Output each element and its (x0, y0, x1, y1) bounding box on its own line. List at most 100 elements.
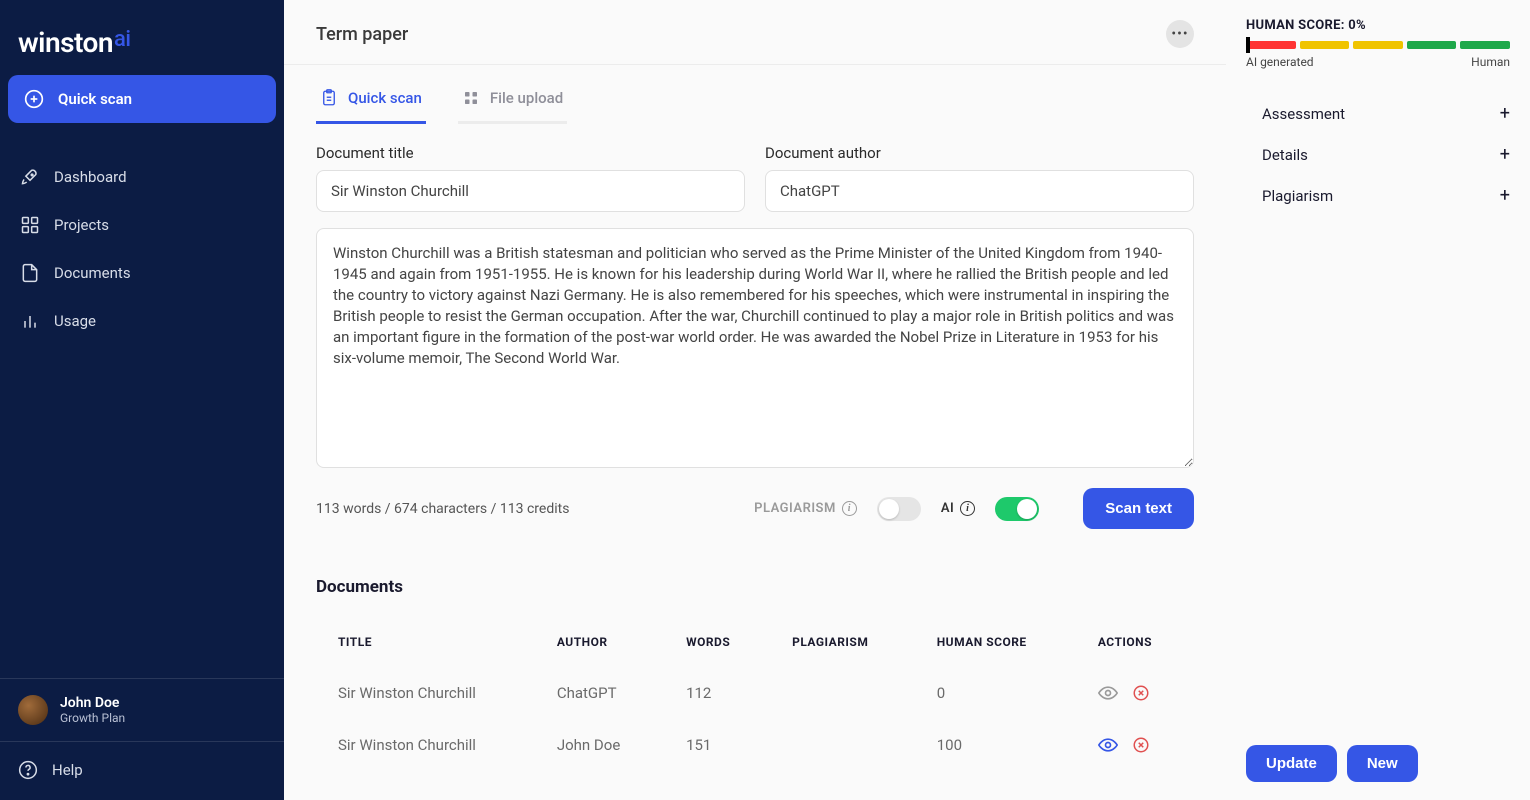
help-label: Help (52, 761, 83, 779)
score-seg-yellow (1353, 41, 1403, 49)
col-score: HUMAN SCORE (915, 617, 1076, 667)
more-button[interactable]: ••• (1166, 20, 1194, 48)
dots-icon: ••• (1171, 26, 1188, 42)
quick-scan-button[interactable]: Quick scan (8, 75, 276, 123)
ai-label: AI i (941, 501, 975, 516)
user-name: John Doe (60, 695, 125, 711)
body-textarea[interactable] (316, 228, 1194, 468)
delete-icon[interactable] (1132, 736, 1150, 754)
info-icon[interactable]: i (960, 501, 975, 516)
title-label: Document title (316, 144, 745, 162)
score-seg-yellow (1300, 41, 1350, 49)
score-bar (1246, 41, 1510, 49)
user-meta: John Doe Growth Plan (60, 695, 125, 725)
col-title: TITLE (316, 617, 535, 667)
score-seg-green (1407, 41, 1457, 49)
page-title: Term paper (316, 24, 408, 45)
col-author: AUTHOR (535, 617, 664, 667)
plus-icon: + (1500, 144, 1510, 165)
plus-icon: + (1500, 185, 1510, 206)
table-row[interactable]: Sir Winston ChurchillJohn Doe151100 (316, 719, 1194, 771)
nav-dashboard[interactable]: Dashboard (8, 155, 276, 199)
plagiarism-label: PLAGIARISM i (754, 501, 857, 516)
view-icon[interactable] (1098, 735, 1118, 755)
score-legend: AI generated Human (1246, 55, 1510, 69)
clipboard-icon (320, 89, 338, 107)
main: Term paper ••• Quick scan File upload Do… (284, 0, 1530, 800)
score-seg-green (1460, 41, 1510, 49)
acc-label: Plagiarism (1262, 187, 1333, 205)
plagiarism-toggle[interactable] (877, 497, 921, 521)
right-panel: HUMAN SCORE: 0% AI generated Human Asses… (1226, 0, 1530, 800)
nav-documents[interactable]: Documents (8, 251, 276, 295)
right-actions: Update New (1246, 745, 1510, 782)
new-button[interactable]: New (1347, 745, 1418, 782)
accordion-plagiarism[interactable]: Plagiarism + (1262, 175, 1510, 216)
nav-projects[interactable]: Projects (8, 203, 276, 247)
ai-toggle[interactable] (995, 497, 1039, 521)
help-icon (18, 760, 38, 780)
grid-icon (20, 215, 40, 235)
help-link[interactable]: Help (0, 742, 284, 800)
grid-small-icon (462, 89, 480, 107)
acc-label: Assessment (1262, 105, 1345, 123)
accordion-details[interactable]: Details + (1262, 134, 1510, 175)
col-actions: ACTIONS (1076, 617, 1194, 667)
tab-label: File upload (490, 89, 563, 107)
cell-actions (1076, 667, 1194, 719)
info-icon[interactable]: i (842, 501, 857, 516)
table-row[interactable]: Sir Winston ChurchillChatGPT112 0 (316, 667, 1194, 719)
title-group: Document title (316, 144, 745, 212)
documents-title: Documents (316, 577, 1194, 597)
cell-author: ChatGPT (535, 667, 664, 719)
update-button[interactable]: Update (1246, 745, 1337, 782)
documents-table: TITLE AUTHOR WORDS PLAGIARISM HUMAN SCOR… (316, 617, 1194, 771)
view-icon[interactable] (1098, 683, 1118, 703)
author-label: Document author (765, 144, 1194, 162)
center-column: Term paper ••• Quick scan File upload Do… (284, 0, 1226, 800)
logo: winstonai (8, 18, 276, 75)
tabs: Quick scan File upload (284, 65, 1226, 124)
author-group: Document author (765, 144, 1194, 212)
cell-author: John Doe (535, 719, 664, 771)
nav-label: Documents (54, 264, 131, 282)
page-header: Term paper ••• (284, 0, 1226, 65)
tab-file-upload[interactable]: File upload (458, 89, 567, 124)
quick-scan-label: Quick scan (58, 90, 132, 108)
rocket-icon (20, 167, 40, 187)
table-header-row: TITLE AUTHOR WORDS PLAGIARISM HUMAN SCOR… (316, 617, 1194, 667)
nav: Dashboard Projects Documents Usage (8, 155, 276, 343)
user-block[interactable]: John Doe Growth Plan (0, 678, 284, 742)
cell-plagiarism (770, 667, 915, 719)
cell-score: 0 (915, 667, 1076, 719)
documents-section: Documents TITLE AUTHOR WORDS PLAGIARISM … (284, 529, 1226, 800)
cell-plagiarism (770, 719, 915, 771)
chart-icon (20, 311, 40, 331)
tab-quick-scan[interactable]: Quick scan (316, 89, 426, 124)
plus-circle-icon (24, 89, 44, 109)
form-row: Document title Document author (284, 124, 1226, 212)
cell-title: Sir Winston Churchill (316, 719, 535, 771)
logo-text: winston (18, 26, 113, 59)
col-words: WORDS (664, 617, 770, 667)
title-input[interactable] (316, 170, 745, 212)
nav-label: Usage (54, 312, 96, 330)
accordion: Assessment + Details + Plagiarism + (1246, 93, 1510, 216)
score-indicator (1246, 37, 1250, 53)
cell-words: 112 (664, 667, 770, 719)
col-plagiarism: PLAGIARISM (770, 617, 915, 667)
accordion-assessment[interactable]: Assessment + (1262, 93, 1510, 134)
sidebar-bottom: John Doe Growth Plan Help (0, 678, 284, 800)
human-score-label: HUMAN SCORE: 0% (1246, 18, 1510, 33)
cell-title: Sir Winston Churchill (316, 667, 535, 719)
user-plan: Growth Plan (60, 711, 125, 725)
cell-words: 151 (664, 719, 770, 771)
document-icon (20, 263, 40, 283)
scan-text-button[interactable]: Scan text (1083, 488, 1194, 529)
nav-usage[interactable]: Usage (8, 299, 276, 343)
score-seg-red (1246, 41, 1296, 49)
word-count: 113 words / 674 characters / 113 credits (316, 501, 569, 517)
plus-icon: + (1500, 103, 1510, 124)
author-input[interactable] (765, 170, 1194, 212)
delete-icon[interactable] (1132, 684, 1150, 702)
